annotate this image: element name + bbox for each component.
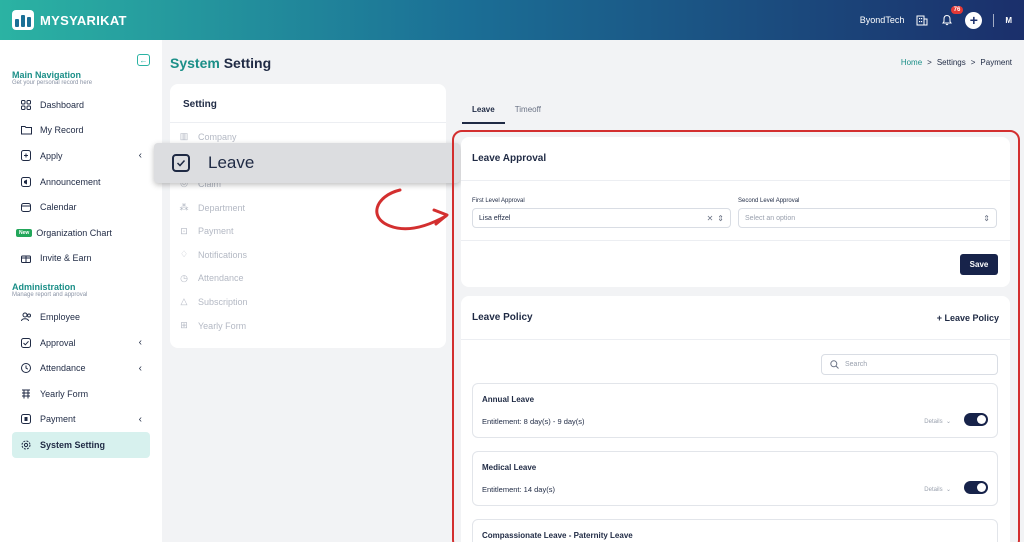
settings-menu-title: Setting (170, 84, 446, 123)
sidebar-item-dashboard[interactable]: Dashboard (12, 92, 150, 118)
user-avatar[interactable]: M (1005, 16, 1012, 25)
payment-icon: ⊡ (180, 225, 188, 236)
brand-name: MYSYARIKAT (40, 12, 127, 28)
sidebar-item-label: Approval (40, 337, 76, 348)
brand-logo[interactable]: MYSYARIKAT (12, 10, 127, 30)
breadcrumb-separator: > (970, 58, 976, 67)
sidebar-item-system-setting[interactable]: System Setting (12, 432, 150, 458)
top-bar: MYSYARIKAT ByondTech 76 + M (0, 0, 1024, 40)
chevron-left-icon[interactable]: ‹ (139, 337, 142, 348)
sidebar-item-label: Dashboard (40, 99, 85, 110)
users-icon (20, 311, 32, 323)
sidebar-item-payment[interactable]: Payment ‹ (12, 407, 150, 433)
admin-subtitle: Manage report and approval (12, 292, 88, 299)
form-icon: ⊞ (180, 320, 188, 331)
breadcrumb-separator: > (927, 58, 932, 67)
annotation-arrow-icon (375, 188, 449, 231)
sidebar: ← Main Navigation Get your personal reco… (0, 40, 162, 542)
bell-icon[interactable]: 76 (940, 6, 964, 27)
notification-badge: 76 (950, 6, 964, 14)
main-nav-title: Main Navigation (12, 70, 82, 80)
sidebar-item-label: System Setting (40, 439, 106, 450)
settings-item-leave[interactable]: Leave (154, 143, 460, 183)
sidebar-item-label: Attendance (40, 363, 86, 374)
breadcrumb: Home > Settings > Payment (901, 58, 1012, 67)
breadcrumb-current: Payment (980, 58, 1012, 67)
company-name[interactable]: ByondTech (860, 15, 905, 25)
clock-icon: ◷ (180, 272, 188, 283)
bell-icon: ♢ (179, 249, 189, 260)
sidebar-item-organization-chart[interactable]: New Organization Chart (12, 220, 150, 246)
sidebar-item-label: Calendar (40, 202, 77, 213)
sidebar-item-label: My Record (40, 125, 84, 136)
sidebar-item-label: Announcement (40, 176, 101, 187)
megaphone-icon (20, 176, 32, 188)
settings-item-label: Attendance (198, 273, 244, 284)
page-title-highlight: System (170, 55, 220, 71)
highlight-frame (452, 130, 1020, 542)
page-title: System Setting (170, 55, 271, 71)
page-title-rest: Setting (219, 55, 272, 71)
divider (993, 13, 995, 27)
settings-item-label: Payment (198, 226, 234, 237)
settings-item-label: Yearly Form (198, 320, 247, 331)
admin-title: Administration (12, 282, 76, 293)
add-icon[interactable]: + (965, 11, 983, 29)
breadcrumb-settings[interactable]: Settings (937, 58, 966, 67)
check-icon (20, 337, 32, 349)
calendar-icon (20, 201, 32, 213)
tab-timeoff[interactable]: Timeoff (505, 101, 551, 124)
chevron-left-icon[interactable]: ‹ (139, 363, 142, 374)
settings-item-label: Department (198, 202, 246, 213)
tab-leave[interactable]: Leave (462, 101, 505, 124)
collapse-sidebar-icon[interactable]: ← (137, 54, 150, 66)
settings-icon (20, 439, 32, 451)
sidebar-item-calendar[interactable]: Calendar (12, 194, 150, 220)
department-icon: ⁂ (179, 202, 189, 213)
main-nav-subtitle: Get your personal record here (12, 80, 93, 86)
settings-item-notifications[interactable]: ♢ Notifications (170, 243, 446, 267)
folder-icon (20, 124, 32, 136)
sidebar-item-label: Employee (40, 311, 81, 322)
chevron-left-icon[interactable]: ‹ (139, 150, 142, 161)
sidebar-item-label: Yearly Form (40, 388, 89, 399)
chevron-left-icon[interactable]: ‹ (139, 414, 142, 425)
clock-icon (20, 362, 32, 374)
sidebar-item-yearly-form[interactable]: Yearly Form (12, 381, 150, 407)
leave-label: Leave (208, 153, 255, 172)
tab-bar: Leave Timeoff (462, 101, 551, 124)
building-icon[interactable] (915, 13, 929, 27)
sidebar-item-announcement[interactable]: Announcement (12, 169, 150, 195)
settings-item-subscription[interactable]: △ Subscription (170, 290, 446, 314)
sidebar-item-invite-earn[interactable]: Invite & Earn (12, 246, 150, 272)
breadcrumb-home[interactable]: Home (901, 58, 922, 67)
payment-icon (20, 413, 32, 425)
settings-item-attendance[interactable]: ◷ Attendance (170, 267, 446, 291)
settings-item-yearly-form[interactable]: ⊞ Yearly Form (170, 314, 446, 338)
doc-icon (20, 150, 32, 162)
form-icon (20, 388, 32, 400)
sidebar-item-attendance[interactable]: Attendance ‹ (12, 355, 150, 381)
settings-item-label: Company (198, 131, 237, 142)
sidebar-item-label: Apply (40, 150, 63, 161)
logo-icon (12, 10, 34, 30)
sidebar-item-label: Organization Chart (36, 227, 112, 238)
checkbox-icon (172, 154, 190, 172)
settings-item-label: Subscription (198, 296, 248, 307)
new-badge: New (16, 228, 33, 237)
grid-icon (20, 99, 32, 111)
warning-icon: △ (180, 296, 188, 307)
sidebar-item-employee[interactable]: Employee (12, 304, 150, 330)
sidebar-item-label: Payment (40, 414, 76, 425)
settings-item-label: Notifications (198, 249, 248, 260)
sidebar-item-label: Invite & Earn (40, 253, 92, 264)
sidebar-item-my-record[interactable]: My Record (12, 118, 150, 144)
sidebar-item-approval[interactable]: Approval ‹ (12, 330, 150, 356)
building-icon: ▥ (179, 131, 189, 142)
gift-icon (20, 252, 32, 264)
sidebar-item-apply[interactable]: Apply ‹ (12, 143, 150, 169)
